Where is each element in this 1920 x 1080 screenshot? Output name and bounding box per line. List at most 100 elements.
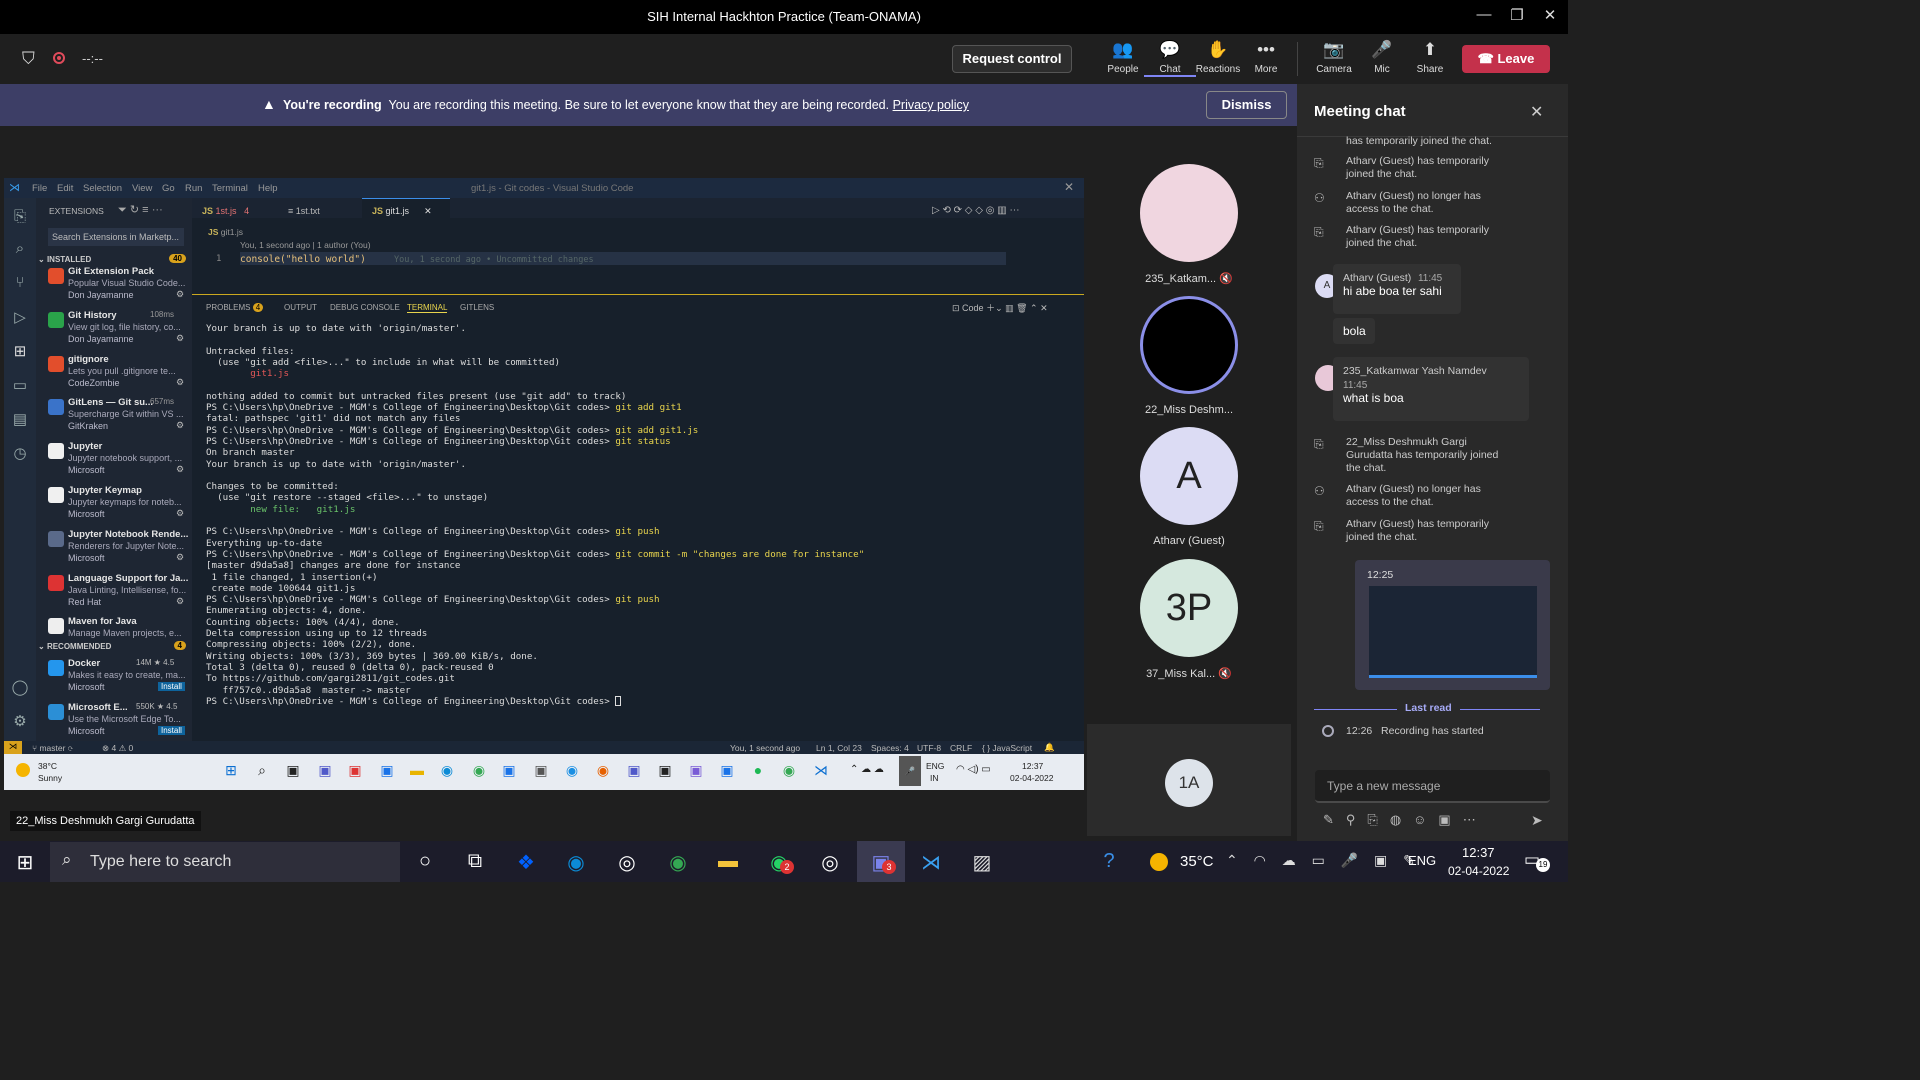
extension-gear-icon[interactable]: ⚙ (176, 508, 184, 519)
recommended-extension-item[interactable]: Docker 14M ★ 4.5 Makes it easy to create… (44, 658, 194, 702)
language-indicator[interactable]: ENG (926, 761, 944, 771)
source-control-icon[interactable]: ⑂ (4, 274, 36, 291)
composer-actions[interactable]: ✎⚲⎘◍☺▣⋯ (1323, 812, 1557, 828)
menu-go[interactable]: Go (162, 183, 175, 194)
chat-message-input[interactable]: Type a new message (1315, 770, 1550, 803)
dismiss-button[interactable]: Dismiss (1206, 91, 1287, 119)
taskbar-search-input[interactable]: ⌕ Type here to search (50, 842, 400, 882)
tab-gitlens[interactable]: GITLENS (460, 303, 494, 312)
chevron-down-icon[interactable]: ⌄ (38, 255, 47, 264)
tab-terminal[interactable]: TERMINAL (407, 303, 448, 313)
extension-item[interactable]: Jupyter Jupyter notebook support, ... Mi… (44, 441, 194, 485)
extension-gear-icon[interactable]: ⚙ (176, 289, 184, 300)
extension-gear-icon[interactable]: ⚙ (176, 420, 184, 431)
search-icon[interactable]: ⌕ (251, 762, 273, 782)
chat-message[interactable]: bola (1333, 318, 1375, 344)
task-view-icon[interactable]: ▣ (282, 762, 304, 782)
search-icon[interactable]: ⌕ (4, 240, 36, 257)
blame-status[interactable]: You, 1 second ago (730, 743, 800, 753)
file-explorer-icon[interactable]: ▬ (713, 850, 743, 873)
extension-gear-icon[interactable]: ⚙ (176, 596, 184, 607)
menu-edit[interactable]: Edit (57, 183, 73, 194)
menu-file[interactable]: File (32, 183, 47, 194)
os-clock-time[interactable]: 12:37 (1462, 845, 1495, 860)
privacy-policy-link[interactable]: Privacy policy (893, 98, 969, 112)
extension-gear-icon[interactable]: ⚙ (176, 333, 184, 344)
photos-icon[interactable]: ▨ (967, 850, 997, 875)
branch-indicator[interactable]: ⑂ master ⟳ (32, 743, 73, 753)
menu-help[interactable]: Help (258, 183, 278, 194)
filter-icon[interactable]: ⏷ ↻ ≡ ⋯ (118, 203, 163, 217)
close-chat-icon[interactable]: ✕ (1530, 102, 1543, 122)
tray-icons[interactable]: ⌃ ☁ ☁ (850, 764, 884, 775)
chrome-icon[interactable]: ◉ (468, 762, 490, 782)
mic-button[interactable]: 🎤 Mic (1356, 38, 1408, 75)
remote-explorer-icon[interactable]: ▭ (4, 376, 36, 394)
extension-item[interactable]: gitignore Lets you pull .gitignore te...… (44, 354, 194, 398)
mic-icon[interactable]: 🎤 (899, 756, 921, 786)
vscode-icon[interactable]: ⋊ (810, 762, 832, 782)
install-button[interactable]: Install (158, 682, 185, 691)
people-button[interactable]: 👥 People (1097, 38, 1149, 75)
extension-item[interactable]: Maven for Java Manage Maven projects, e.… (44, 616, 194, 660)
remote-icon[interactable]: ⋊ (4, 741, 22, 754)
request-control-button[interactable]: Request control (952, 45, 1072, 73)
terminal-actions[interactable]: ⊡ Code ＋⌄ ▥ 🗑 ⌃ ✕ (952, 301, 1048, 314)
share-button[interactable]: ⬆ Share (1404, 38, 1456, 75)
app-icon[interactable]: ◎ (612, 850, 642, 875)
shield-icon[interactable]: ⛉ (22, 49, 35, 69)
extensions-search-input[interactable]: Search Extensions in Marketp... (48, 228, 184, 246)
chat-message[interactable]: 235_Katkamwar Yash Namdev 11:45 what is … (1333, 357, 1529, 421)
vscode-close-icon[interactable]: ✕ (1064, 180, 1074, 194)
participant-tile[interactable]: A Atharv (Guest) (1130, 427, 1248, 547)
clock-date[interactable]: 02-04-2022 (1010, 773, 1053, 783)
minimize-icon[interactable]: — (1474, 6, 1494, 23)
dropbox-icon[interactable]: ❖ (511, 850, 541, 875)
reactions-button[interactable]: ✋ Reactions (1192, 38, 1244, 75)
participant-tile[interactable]: 3P 37_Miss Kal... 🔇 (1130, 559, 1248, 680)
windows-start-icon[interactable]: ⊞ (10, 850, 40, 875)
extension-item[interactable]: GitLens — Git su... 657ms Supercharge Gi… (44, 397, 194, 441)
weather-icon[interactable] (1150, 853, 1168, 871)
menu-run[interactable]: Run (185, 183, 202, 194)
encoding-status[interactable]: UTF-8 (917, 743, 941, 753)
camera-button[interactable]: 📷 Camera (1308, 38, 1360, 75)
help-icon[interactable]: ? (1094, 850, 1124, 873)
terminal-output[interactable]: Your branch is up to date with 'origin/m… (206, 323, 864, 707)
extension-item[interactable]: Jupyter Notebook Rende... Renderers for … (44, 529, 194, 573)
indent-status[interactable]: Spaces: 4 (871, 743, 909, 753)
app-icon[interactable]: ◎ (815, 850, 845, 875)
account-icon[interactable]: ◯ (4, 678, 36, 696)
tab-close-icon[interactable]: ✕ (424, 206, 432, 216)
chrome-icon[interactable]: ◉ (778, 762, 800, 782)
menu-view[interactable]: View (132, 183, 152, 194)
menu-terminal[interactable]: Terminal (212, 183, 248, 194)
teams-icon[interactable]: ▣ 3 (866, 850, 896, 875)
language-status[interactable]: { } JavaScript (982, 743, 1032, 753)
send-icon[interactable]: ➤ (1531, 812, 1543, 829)
edge-icon[interactable]: ◉ (436, 762, 458, 782)
app-icon[interactable]: ▣ (654, 762, 676, 782)
extension-item[interactable]: Jupyter Keymap Jupyter keymaps for noteb… (44, 485, 194, 529)
os-clock-date[interactable]: 02-04-2022 (1448, 864, 1509, 878)
code-line[interactable]: console("hello world") (240, 254, 366, 265)
eol-status[interactable]: CRLF (950, 743, 972, 753)
tab-git1-js[interactable]: JS git1.js ✕ (372, 206, 432, 217)
visual-studio-icon[interactable]: ▣ (685, 762, 707, 782)
chat-button[interactable]: 💬 Chat (1144, 38, 1196, 77)
shared-image-message[interactable]: 12:25 (1355, 560, 1550, 690)
restore-icon[interactable]: ❐ (1507, 6, 1527, 24)
chrome-icon[interactable]: ◉ (663, 850, 693, 875)
app-icon[interactable]: ▣ (344, 762, 366, 782)
firefox-icon[interactable]: ◉ (592, 762, 614, 782)
system-tray-icons[interactable]: ⌃ ◠ ☁ ▭ 🎤 ▣ ✎ (1226, 852, 1421, 869)
task-view-icon[interactable]: ⧉ (460, 850, 490, 873)
extension-gear-icon[interactable]: ⚙ (176, 377, 184, 388)
cortana-icon[interactable]: ○ (410, 850, 440, 873)
extensions-icon[interactable]: ⊞ (4, 342, 36, 360)
tab-1st-js[interactable]: JS 1st.js 4 (202, 206, 249, 216)
run-debug-icon[interactable]: ▷ (4, 308, 36, 326)
problems-status[interactable]: ⊗ 4 ⚠ 0 (102, 743, 133, 754)
whatsapp-icon[interactable]: ◉ 2 (764, 850, 794, 875)
install-button[interactable]: Install (158, 726, 185, 735)
